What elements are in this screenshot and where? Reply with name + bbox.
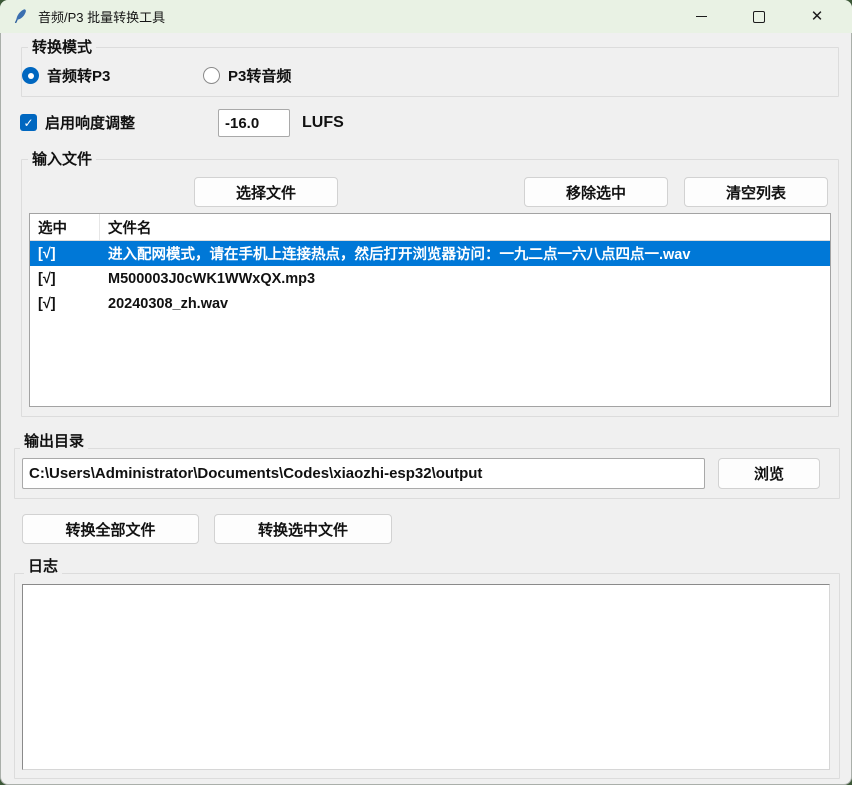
row-filename-cell: 20240308_zh.wav [100, 296, 830, 312]
select-files-button[interactable]: 选择文件 [194, 177, 338, 207]
lufs-unit-label: LUFS [302, 114, 344, 132]
app-window: 音频/P3 批量转换工具 ✕ 转换模式 音频转P3 P3转音频 ✓ 启用响度调整… [0, 0, 852, 785]
loudness-checkbox[interactable]: ✓ [20, 114, 37, 131]
mode-group-label: 转换模式 [28, 39, 96, 56]
table-row[interactable]: [√] M500003J0cWK1WWxQX.mp3 [30, 266, 830, 291]
close-button[interactable]: ✕ [788, 0, 846, 33]
input-files-group-label: 输入文件 [28, 151, 96, 168]
radio-audio-to-p3-label: 音频转P3 [47, 65, 110, 86]
lufs-value-input[interactable] [218, 109, 290, 137]
convert-selected-button[interactable]: 转换选中文件 [214, 514, 392, 544]
radio-unselected-icon [203, 67, 220, 84]
check-icon: ✓ [23, 117, 33, 129]
radio-selected-icon [22, 67, 39, 84]
output-dir-input[interactable] [22, 458, 705, 489]
browse-button[interactable]: 浏览 [718, 458, 820, 489]
minimize-icon [696, 16, 707, 17]
clear-list-button[interactable]: 清空列表 [684, 177, 828, 207]
row-filename-cell: 进入配网模式，请在手机上连接热点，然后打开浏览器访问：一九二点一六八点四点一.w… [100, 243, 830, 264]
row-checked-cell: [√] [30, 271, 100, 287]
close-icon: ✕ [811, 9, 824, 24]
title-bar: 音频/P3 批量转换工具 ✕ [0, 0, 852, 33]
log-group-label: 日志 [24, 558, 62, 575]
mode-groupbox [21, 47, 839, 97]
row-filename-cell: M500003J0cWK1WWxQX.mp3 [100, 271, 830, 287]
file-table-header: 选中 文件名 [30, 214, 830, 241]
file-table: 选中 文件名 [√] 进入配网模式，请在手机上连接热点，然后打开浏览器访问：一九… [29, 213, 831, 407]
table-row[interactable]: [√] 20240308_zh.wav [30, 291, 830, 316]
loudness-checkbox-label: 启用响度调整 [45, 112, 135, 133]
column-header-filename[interactable]: 文件名 [100, 214, 830, 240]
maximize-button[interactable] [730, 0, 788, 33]
row-checked-cell: [√] [30, 296, 100, 312]
minimize-button[interactable] [672, 0, 730, 33]
python-feather-icon [12, 8, 29, 25]
window-controls: ✕ [672, 0, 846, 33]
table-row[interactable]: [√] 进入配网模式，请在手机上连接热点，然后打开浏览器访问：一九二点一六八点四… [30, 241, 830, 266]
maximize-icon [753, 11, 765, 23]
output-dir-group-label: 输出目录 [20, 433, 88, 450]
radio-audio-to-p3[interactable]: 音频转P3 [22, 65, 110, 86]
loudness-checkbox-row: ✓ 启用响度调整 [20, 112, 135, 133]
remove-selected-button[interactable]: 移除选中 [524, 177, 668, 207]
column-header-checked[interactable]: 选中 [30, 214, 100, 240]
radio-p3-to-audio-label: P3转音频 [228, 65, 291, 86]
radio-p3-to-audio[interactable]: P3转音频 [203, 65, 291, 86]
window-title: 音频/P3 批量转换工具 [38, 7, 165, 26]
log-textarea[interactable] [22, 584, 830, 770]
row-checked-cell: [√] [30, 246, 100, 262]
convert-all-button[interactable]: 转换全部文件 [22, 514, 199, 544]
